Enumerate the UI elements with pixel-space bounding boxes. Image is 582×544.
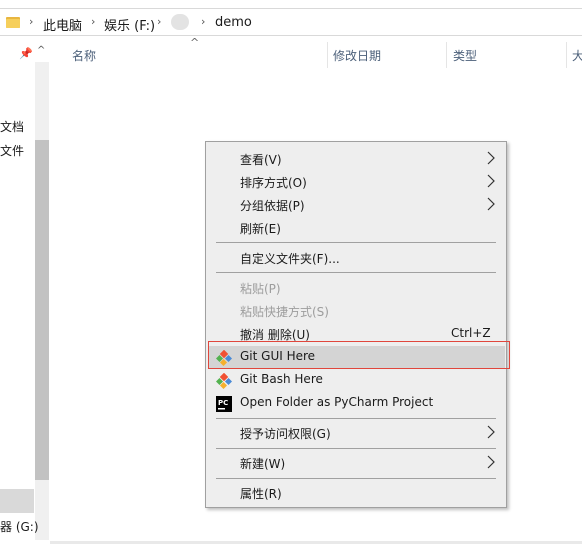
scroll-up-arrow-icon[interactable]: ^ (37, 45, 45, 56)
breadcrumb-chevron-icon[interactable]: › (29, 15, 33, 28)
menu-item-label: 排序方式(O) (240, 176, 307, 190)
pycharm-badge: PC (218, 399, 228, 407)
breadcrumb-chevron-icon[interactable]: › (201, 15, 205, 28)
menu-item-paste[interactable]: 粘贴(P) (206, 277, 506, 299)
column-header-type[interactable]: 类型 (453, 47, 477, 64)
pin-icon[interactable]: 📌 (19, 47, 33, 60)
menu-item-properties[interactable]: 属性(R) (206, 482, 506, 504)
menu-item-label: 新建(W) (240, 457, 286, 471)
menu-item-label: 粘贴(P) (240, 282, 281, 296)
chevron-right-icon (487, 455, 495, 469)
column-divider[interactable] (446, 42, 447, 68)
menu-item-label: 自定义文件夹(F)... (240, 252, 340, 266)
context-menu: 查看(V) 排序方式(O) 分组依据(P) 刷新(E) 自定义文件夹(F)...… (205, 141, 507, 508)
sort-ascending-icon: ^ (190, 36, 200, 49)
menu-item-label: 刷新(E) (240, 222, 281, 236)
column-header-name[interactable]: 名称 (72, 47, 96, 64)
nav-item-documents[interactable]: 文档 (0, 118, 24, 135)
menu-item-give-access[interactable]: 授予访问权限(G) (206, 422, 506, 444)
column-divider[interactable] (566, 42, 567, 68)
breadcrumb-this-pc[interactable]: 此电脑 (43, 15, 82, 34)
menu-item-open-pycharm[interactable]: PC Open Folder as PyCharm Project (206, 392, 506, 414)
nav-item-drive-g[interactable]: 器 (G:) (0, 518, 39, 535)
breadcrumb-drive-f[interactable]: 娱乐 (F:) (104, 15, 155, 34)
menu-item-label: Open Folder as PyCharm Project (240, 395, 434, 409)
breadcrumb-chevron-icon[interactable]: › (91, 15, 95, 28)
breadcrumb-chevron-icon[interactable]: › (157, 15, 161, 28)
menu-separator (216, 448, 496, 449)
menu-item-label: 属性(R) (240, 487, 282, 501)
chevron-right-icon (487, 174, 495, 188)
nav-item-files[interactable]: 文件 (0, 142, 24, 159)
breadcrumb-obscured-folder[interactable] (171, 14, 189, 30)
menu-item-git-bash-here[interactable]: Git Bash Here (206, 369, 506, 391)
menu-item-label: Git Bash Here (240, 372, 323, 386)
menu-item-new[interactable]: 新建(W) (206, 452, 506, 474)
menu-item-group-by[interactable]: 分组依据(P) (206, 194, 506, 216)
menu-item-label: 分组依据(P) (240, 199, 305, 213)
menu-item-view[interactable]: 查看(V) (206, 148, 506, 170)
menu-separator (216, 272, 496, 273)
menu-item-label: 授予访问权限(G) (240, 427, 331, 441)
menu-item-label: 粘贴快捷方式(S) (240, 305, 329, 319)
breadcrumb-demo[interactable]: demo (215, 15, 252, 30)
menu-separator (216, 478, 496, 479)
menu-item-customize-folder[interactable]: 自定义文件夹(F)... (206, 247, 506, 269)
pycharm-icon: PC (216, 396, 232, 412)
menu-item-sort-by[interactable]: 排序方式(O) (206, 171, 506, 193)
address-bar[interactable]: › 此电脑 › 娱乐 (F:) › › demo (0, 8, 582, 36)
menu-item-label: 查看(V) (240, 153, 282, 167)
menu-item-refresh[interactable]: 刷新(E) (206, 217, 506, 239)
menu-item-shortcut: Ctrl+Z (451, 326, 491, 340)
menu-item-paste-shortcut[interactable]: 粘贴快捷方式(S) (206, 300, 506, 322)
column-divider[interactable] (327, 42, 328, 68)
git-icon (216, 373, 232, 389)
menu-separator (216, 418, 496, 419)
nav-scrollbar-thumb[interactable] (35, 140, 49, 480)
chevron-right-icon (487, 425, 495, 439)
nav-selected-item[interactable] (0, 489, 34, 513)
folder-icon (6, 16, 20, 28)
column-header-size[interactable]: 大 (572, 47, 582, 64)
annotation-highlight-box (208, 341, 510, 369)
column-header-date-modified[interactable]: 修改日期 (333, 47, 381, 64)
chevron-right-icon (487, 197, 495, 211)
menu-separator (216, 242, 496, 243)
chevron-right-icon (487, 151, 495, 165)
